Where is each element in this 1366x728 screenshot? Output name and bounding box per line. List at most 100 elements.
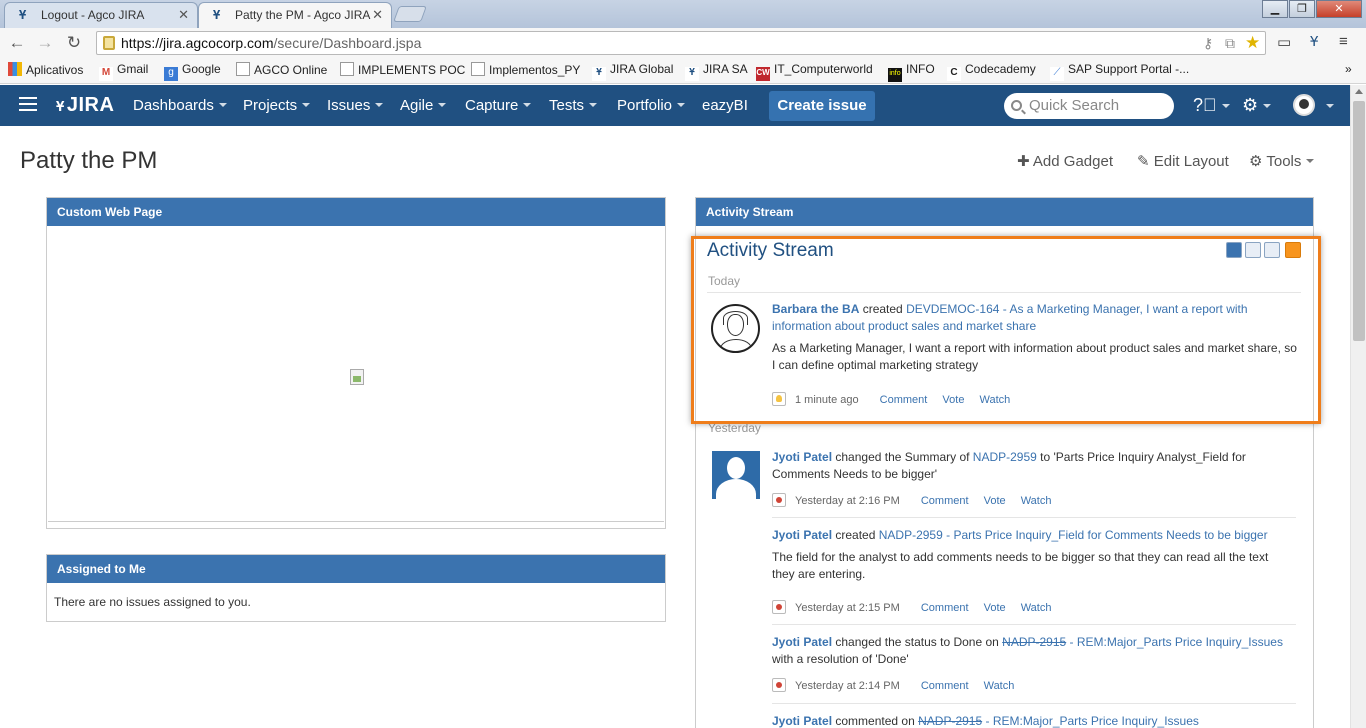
bookmark-gmail[interactable]: M Gmail [99, 62, 148, 81]
issue-link[interactable]: - REM:Major_Parts Price Inquiry_Issues [985, 714, 1198, 728]
jira-logo[interactable]: Ұ JIRA [56, 94, 114, 117]
window-close-button[interactable]: ✕ [1316, 0, 1362, 18]
key-icon[interactable]: ⚷ [1203, 35, 1213, 52]
back-arrow-icon[interactable]: ← [7, 33, 27, 53]
gadget-title[interactable]: Activity Stream [696, 198, 1313, 226]
chevron-down-icon[interactable] [1326, 104, 1334, 108]
jira-extension-icon[interactable]: Ұ [1310, 33, 1318, 50]
minimize-button[interactable]: ▁ [1262, 0, 1288, 18]
quick-search-input[interactable]: Quick Search [1004, 93, 1174, 119]
bookmark-agco-online[interactable]: AGCO Online [236, 62, 327, 77]
nav-issues[interactable]: Issues [327, 97, 384, 114]
issue-link[interactable]: - REM:Major_Parts Price Inquiry_Issues [1070, 635, 1283, 649]
bookmark-apps[interactable]: Aplicativos [8, 62, 83, 77]
comment-link[interactable]: Comment [921, 495, 969, 507]
tab-close-icon[interactable]: ✕ [178, 3, 189, 27]
user-avatar-jyoti[interactable] [712, 451, 760, 499]
watch-link[interactable]: Watch [1021, 495, 1052, 507]
watch-link[interactable]: Watch [1021, 602, 1052, 614]
help-icon: ?⃝ [1193, 95, 1217, 115]
activity-entry-5: Jyoti Patel commented on NADP-2915 - REM… [772, 714, 1199, 728]
vote-link[interactable]: Vote [984, 495, 1006, 507]
gadget-title[interactable]: Assigned to Me [47, 555, 665, 583]
cast-icon[interactable]: ▭ [1277, 33, 1291, 51]
tab-close-icon[interactable]: ✕ [372, 3, 383, 27]
nav-dashboards[interactable]: Dashboards [133, 97, 227, 114]
issue-link[interactable]: NADP-2959 - Parts Price Inquiry_Field fo… [879, 528, 1268, 542]
add-gadget-button[interactable]: ✚ Add Gadget [1017, 152, 1113, 170]
bookmark-it-computerworld[interactable]: CW IT_Computerworld [756, 62, 873, 81]
browser-tab-logout[interactable]: Ұ Logout - Agco JIRA ✕ [4, 2, 198, 28]
nav-portfolio[interactable]: Portfolio [617, 97, 686, 114]
bookmark-google[interactable]: g Google [164, 62, 221, 81]
create-issue-button[interactable]: Create issue [769, 91, 875, 121]
watch-link[interactable]: Watch [984, 680, 1015, 692]
bookmark-jira-global[interactable]: Ұ JIRA Global [592, 62, 673, 81]
filter-icon[interactable] [1264, 242, 1280, 258]
bookmark-implementos-py[interactable]: Implementos_PY [471, 62, 580, 77]
menu-icon[interactable]: ≡ [1339, 33, 1348, 50]
user-link[interactable]: Jyoti Patel [772, 450, 832, 464]
bookmark-sap-support[interactable]: ⟋ SAP Support Portal -... [1050, 62, 1189, 81]
chevron-down-icon [1306, 159, 1315, 163]
bookmarks-overflow[interactable]: » [1345, 62, 1352, 76]
browser-tab-dashboard[interactable]: Ұ Patty the PM - Agco JIRA ✕ [198, 2, 392, 28]
app-switcher-icon[interactable] [19, 97, 37, 111]
maximize-button[interactable]: ❐ [1289, 0, 1315, 18]
bookmark-jira-sa[interactable]: Ұ JIRA SA [685, 62, 748, 81]
watch-link[interactable]: Watch [980, 394, 1011, 406]
new-tab-button[interactable] [393, 6, 427, 22]
activity-entry-2: Jyoti Patel changed the Summary of NADP-… [772, 450, 1246, 481]
translate-icon[interactable]: ⧉ [1225, 35, 1235, 52]
edit-layout-button[interactable]: ✎ Edit Layout [1137, 152, 1229, 170]
help-menu[interactable]: ?⃝ [1193, 95, 1230, 116]
empty-message: There are no issues assigned to you. [54, 595, 251, 609]
activity-description: The field for the analyst to add comment… [772, 550, 1269, 581]
issue-link[interactable]: NADP-2959 [973, 450, 1037, 464]
nav-eazybi[interactable]: eazyBI [702, 97, 748, 114]
forward-arrow-icon[interactable]: → [35, 33, 55, 53]
bookmark-star-icon[interactable]: ★ [1245, 33, 1260, 53]
tools-menu[interactable]: ⚙ Tools [1249, 152, 1315, 170]
tab-title: Logout - Agco JIRA [41, 8, 145, 22]
vote-link[interactable]: Vote [942, 394, 964, 406]
user-link[interactable]: Jyoti Patel [772, 635, 832, 649]
scroll-up-icon[interactable] [1355, 89, 1363, 94]
browser-tab-bar: Ұ Logout - Agco JIRA ✕ Ұ Patty the PM - … [0, 0, 1366, 28]
nav-capture[interactable]: Capture [465, 97, 532, 114]
full-view-icon[interactable] [1226, 242, 1242, 258]
resolved-issue-link[interactable]: NADP-2915 [1002, 635, 1066, 649]
divider [772, 624, 1296, 625]
nav-agile[interactable]: Agile [400, 97, 447, 114]
improvement-issue-icon [772, 392, 786, 406]
nav-tests[interactable]: Tests [549, 97, 598, 114]
comment-link[interactable]: Comment [921, 602, 969, 614]
page-scrollbar[interactable] [1350, 85, 1366, 728]
user-avatar[interactable] [1293, 94, 1315, 116]
nav-projects[interactable]: Projects [243, 97, 311, 114]
user-link[interactable]: Barbara the BA [772, 302, 859, 316]
comment-link[interactable]: Comment [921, 680, 969, 692]
divider [707, 292, 1301, 293]
activity-description: As a Marketing Manager, I want a report … [772, 341, 1297, 372]
vote-link[interactable]: Vote [984, 602, 1006, 614]
bookmark-implements-poc[interactable]: IMPLEMENTS POC [340, 62, 465, 77]
comment-link[interactable]: Comment [880, 394, 928, 406]
list-view-icon[interactable] [1245, 242, 1261, 258]
bookmarks-bar: Aplicativos M Gmail g Google AGCO Online I… [0, 58, 1366, 84]
bookmark-codecademy[interactable]: C Codecademy [947, 62, 1036, 81]
address-bar[interactable]: https://jira.agcocorp.com/secure/Dashboa… [96, 31, 1266, 55]
reload-icon[interactable]: ↻ [64, 33, 84, 53]
bookmark-info[interactable]: info INFO [888, 62, 935, 82]
rss-feed-icon[interactable] [1285, 242, 1301, 258]
scrollbar-thumb[interactable] [1353, 101, 1365, 341]
admin-menu[interactable]: ⚙ [1242, 95, 1272, 116]
chevron-down-icon [218, 103, 227, 107]
chevron-down-icon [589, 103, 598, 107]
gadget-title[interactable]: Custom Web Page [47, 198, 665, 226]
user-avatar-barbara[interactable] [711, 304, 760, 353]
user-link[interactable]: Jyoti Patel [772, 714, 832, 728]
divider [772, 517, 1296, 518]
user-link[interactable]: Jyoti Patel [772, 528, 832, 542]
resolved-issue-link[interactable]: NADP-2915 [918, 714, 982, 728]
